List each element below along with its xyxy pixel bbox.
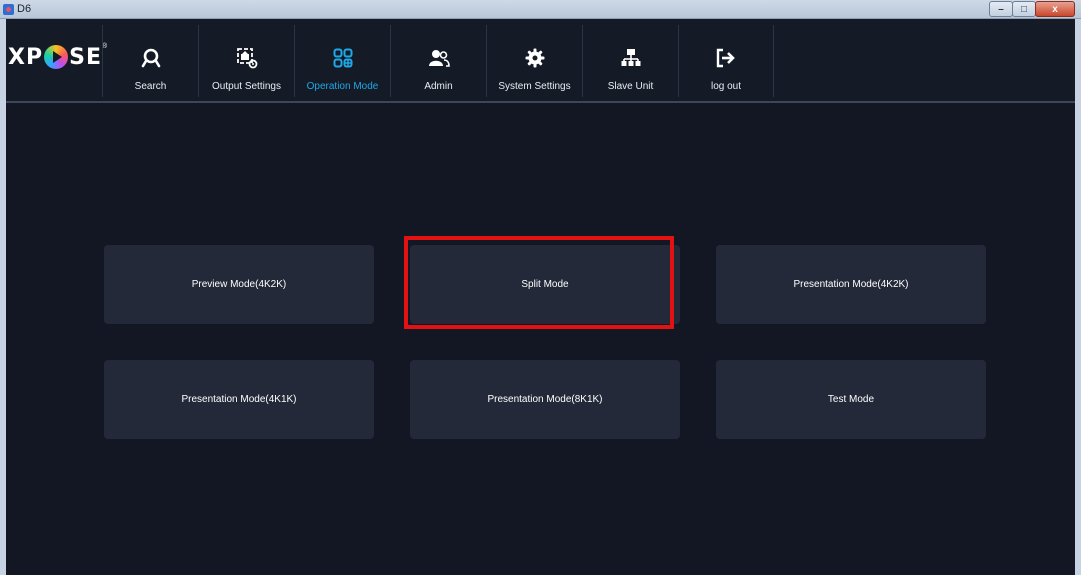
nav-item-output-settings[interactable]: Output Settings (198, 25, 294, 97)
app-main: X P SE ® Search Output Settings Operatio (6, 19, 1075, 575)
logo-text-left: X (8, 44, 26, 70)
nav-label-output-settings: Output Settings (212, 81, 281, 92)
xpose-logo: X P SE ® (8, 41, 107, 73)
logo-play-icon (44, 45, 69, 69)
nav-item-admin[interactable]: Admin (390, 25, 486, 97)
mode-tile-label: Presentation Mode(8K1K) (487, 394, 603, 405)
nav-item-search[interactable]: Search (102, 25, 198, 97)
top-navigation: X P SE ® Search Output Settings Operatio (6, 19, 1075, 103)
nav-label-system-settings: System Settings (498, 81, 571, 92)
nav-label-operation-mode: Operation Mode (306, 81, 379, 92)
logo-text-mid: P (25, 44, 44, 70)
app-icon (3, 4, 14, 15)
system-settings-icon (524, 47, 546, 69)
nav-item-slave-unit[interactable]: Slave Unit (582, 25, 678, 97)
window-controls: – □ x (989, 1, 1075, 18)
admin-icon (428, 47, 450, 69)
nav-item-system-settings[interactable]: System Settings (486, 25, 582, 97)
search-icon (140, 47, 162, 69)
nav-item-log-out[interactable]: log out (678, 25, 774, 97)
mode-tile-preview-4k2k[interactable]: Preview Mode(4K2K) (104, 245, 374, 324)
nav-label-log-out: log out (710, 81, 742, 92)
mode-tile-label: Split Mode (521, 279, 569, 290)
mode-tile-presentation-4k2k[interactable]: Presentation Mode(4K2K) (716, 245, 986, 324)
maximize-button[interactable]: □ (1012, 1, 1036, 17)
mode-tile-label: Test Mode (827, 394, 875, 405)
nav-label-search: Search (134, 81, 167, 92)
output-settings-icon (236, 47, 258, 69)
mode-tile-split[interactable]: Split Mode (410, 245, 680, 324)
window-border-right (1075, 19, 1081, 575)
nav-label-admin: Admin (424, 81, 453, 92)
minimize-button[interactable]: – (989, 1, 1013, 17)
window-title: D6 (17, 3, 32, 15)
close-button[interactable]: x (1035, 1, 1075, 17)
mode-tile-presentation-8k1k[interactable]: Presentation Mode(8K1K) (410, 360, 680, 439)
mode-tile-label: Presentation Mode(4K2K) (793, 279, 909, 290)
logo-text-right: SE (69, 44, 102, 70)
mode-tile-label: Presentation Mode(4K1K) (181, 394, 297, 405)
nav-item-operation-mode[interactable]: Operation Mode (294, 25, 390, 97)
mode-tile-label: Preview Mode(4K2K) (191, 279, 287, 290)
slave-unit-icon (620, 47, 642, 69)
logout-icon (715, 47, 737, 69)
mode-tile-presentation-4k1k[interactable]: Presentation Mode(4K1K) (104, 360, 374, 439)
mode-tile-test[interactable]: Test Mode (716, 360, 986, 439)
nav-divider (6, 101, 1075, 103)
window-title-bar: D6 – □ x (0, 0, 1081, 19)
nav-label-slave-unit: Slave Unit (607, 81, 654, 92)
operation-mode-icon (332, 47, 354, 69)
